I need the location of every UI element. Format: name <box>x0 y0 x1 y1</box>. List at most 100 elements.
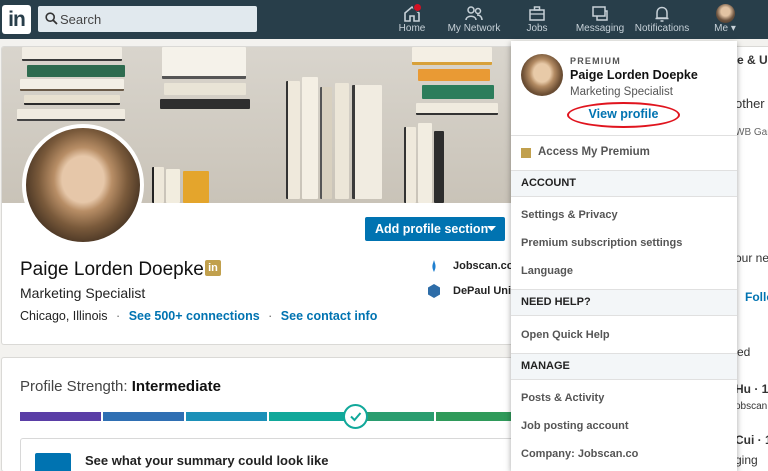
job-posting-account-link[interactable]: Job posting account <box>521 420 629 432</box>
top-nav: in Home My Network Jobs <box>0 0 768 39</box>
nav-my-network[interactable]: My Network <box>446 4 502 36</box>
banner-book <box>302 77 318 199</box>
banner-book <box>27 65 125 77</box>
separator-dot: · <box>116 309 121 323</box>
banner-book <box>20 79 124 91</box>
nav-me-label: Me <box>714 23 729 34</box>
premium-badge-icon: in <box>205 260 221 276</box>
profile-photo[interactable] <box>22 124 144 246</box>
account-section-heading: ACCOUNT <box>511 170 737 197</box>
banner-book <box>418 123 432 203</box>
add-profile-section-button[interactable]: Add profile section <box>365 217 505 241</box>
right-rail-text: our ne <box>735 251 768 265</box>
banner-book <box>418 69 490 81</box>
nav-messaging-label: Messaging <box>575 23 625 34</box>
caret-down-icon <box>487 226 496 231</box>
right-rail-text: other <box>735 96 765 111</box>
profile-headline: Marketing Specialist <box>20 285 146 301</box>
banner-book <box>164 83 246 95</box>
briefcase-icon <box>529 6 545 21</box>
right-rail-text: Cui · 1s <box>735 433 768 447</box>
banner-book <box>22 47 122 61</box>
view-profile-link[interactable]: View profile <box>567 102 680 128</box>
experience-education[interactable]: DePaul Univ <box>427 284 517 298</box>
location-row: Chicago, Illinois · See 500+ connections… <box>20 309 377 323</box>
summary-illustration-icon <box>35 453 71 471</box>
checkmark-icon <box>343 404 368 429</box>
me-avatar <box>715 4 735 23</box>
strength-meter-segment <box>103 412 185 421</box>
nav-notifications[interactable]: Notifications <box>632 4 692 36</box>
me-dropdown-menu: PREMIUM Paige Lorden Doepke Marketing Sp… <box>511 41 737 471</box>
jobscan-icon <box>432 260 436 272</box>
dropdown-avatar <box>521 54 563 96</box>
banner-book <box>152 167 164 203</box>
nav-home[interactable]: Home <box>397 3 427 36</box>
search-box[interactable] <box>38 6 257 32</box>
chevron-down-icon: ▾ <box>730 23 736 34</box>
nav-jobs[interactable]: Jobs <box>522 4 552 36</box>
network-icon <box>465 6 483 21</box>
linkedin-logo[interactable]: in <box>2 5 31 34</box>
dropdown-name: Paige Lorden Doepke <box>570 68 698 82</box>
quick-help-link[interactable]: Open Quick Help <box>521 329 610 341</box>
need-help-section-heading: NEED HELP? <box>511 289 737 316</box>
banner-book <box>160 99 250 109</box>
messaging-icon <box>592 6 608 21</box>
nav-jobs-label: Jobs <box>526 23 548 34</box>
access-premium-link[interactable]: Access My Premium <box>538 146 650 158</box>
nav-home-label: Home <box>398 23 426 34</box>
banner-book <box>335 83 349 199</box>
bell-icon <box>655 6 669 22</box>
banner-book <box>404 127 416 203</box>
right-rail-text: Hu · 1s <box>735 382 768 396</box>
strength-meter-segment <box>269 412 351 421</box>
banner-book <box>17 109 125 121</box>
strength-meter-segment <box>186 412 268 421</box>
experience-company-label: Jobscan.co <box>453 259 514 272</box>
profile-location: Chicago, Illinois <box>20 309 108 323</box>
banner-book <box>412 47 492 65</box>
banner-book <box>320 87 332 199</box>
banner-book <box>166 169 180 203</box>
contact-info-link[interactable]: See contact info <box>281 309 378 323</box>
right-rail-text: ed <box>737 345 751 359</box>
profile-strength-level: Intermediate <box>131 378 221 395</box>
nav-me[interactable]: Me ▾ <box>710 4 740 36</box>
right-rail-follow[interactable]: Follo <box>745 290 768 304</box>
banner-book <box>286 81 300 199</box>
summary-suggestion-text: See what your summary could look like <box>85 453 329 468</box>
banner-book <box>183 171 209 203</box>
nav-messaging[interactable]: Messaging <box>574 4 626 36</box>
banner-book <box>24 95 120 105</box>
manage-section-heading: MANAGE <box>511 353 737 380</box>
premium-gold-icon <box>521 148 531 158</box>
separator-dot: · <box>268 309 273 323</box>
dropdown-premium-label: PREMIUM <box>570 56 621 66</box>
nav-my-network-label: My Network <box>447 23 501 34</box>
strength-meter-segment <box>20 412 102 421</box>
settings-privacy-link[interactable]: Settings & Privacy <box>521 209 618 221</box>
banner-book <box>162 47 246 79</box>
strength-meter-segment <box>435 412 517 421</box>
company-page-link[interactable]: Company: Jobscan.co <box>521 448 638 460</box>
depaul-icon <box>428 284 440 298</box>
experience-current-company[interactable]: Jobscan.co <box>427 259 514 273</box>
profile-strength-label: Profile Strength: <box>20 378 132 395</box>
right-rail-text: e & UR <box>737 53 768 67</box>
language-link[interactable]: Language <box>521 265 573 277</box>
divider <box>511 135 737 136</box>
posts-activity-link[interactable]: Posts & Activity <box>521 392 604 404</box>
connections-link[interactable]: See 500+ connections <box>129 309 260 323</box>
notification-dot <box>413 3 422 12</box>
right-rail-text: WB Gan <box>735 127 768 138</box>
banner-book <box>416 103 498 115</box>
banner-book <box>352 85 382 199</box>
right-rail-text: ging <box>735 453 758 467</box>
banner-book <box>434 131 444 203</box>
premium-settings-link[interactable]: Premium subscription settings <box>521 237 682 249</box>
search-input[interactable] <box>60 9 250 29</box>
profile-strength-title: Profile Strength: Intermediate <box>20 378 221 395</box>
banner-book <box>422 85 494 99</box>
nav-notifications-label: Notifications <box>634 23 690 34</box>
